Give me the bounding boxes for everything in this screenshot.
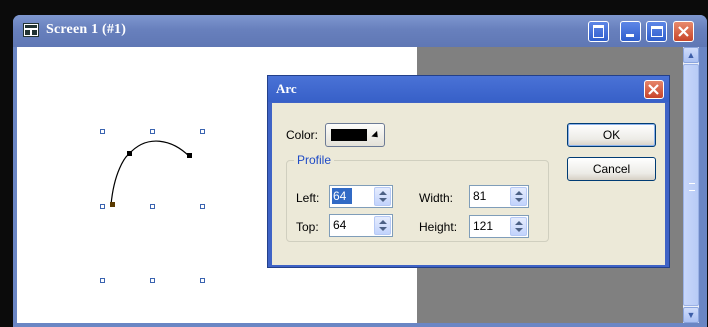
selection-handle[interactable] — [100, 129, 105, 134]
arc-dialog: Arc Color: Profile Left: Top: Width: — [267, 75, 670, 268]
scroll-up-icon[interactable]: ▲ — [683, 47, 699, 63]
width-spinner[interactable] — [469, 185, 529, 208]
color-label: Color: — [286, 128, 319, 142]
width-input[interactable] — [472, 188, 504, 204]
app-icon[interactable] — [23, 23, 39, 37]
left-spinner[interactable] — [329, 185, 393, 208]
window-title: Screen 1 (#1) — [46, 22, 127, 37]
spin-up-icon — [379, 191, 387, 195]
top-spinner[interactable] — [329, 214, 393, 237]
spin-down-icon — [515, 198, 523, 202]
spin-down-icon — [379, 227, 387, 231]
spin-down-icon — [379, 198, 387, 202]
scrollbar-thumb[interactable] — [683, 64, 699, 306]
spin-up-icon — [515, 221, 523, 225]
dialog-close-icon[interactable] — [644, 80, 664, 99]
height-spinner[interactable] — [469, 215, 529, 238]
selection-handle[interactable] — [200, 204, 205, 209]
selection-handle[interactable] — [100, 204, 105, 209]
spin-up-icon — [379, 220, 387, 224]
arc-shape[interactable] — [17, 47, 247, 323]
height-label: Height: — [419, 220, 458, 234]
minimize-icon[interactable] — [620, 21, 641, 42]
top-label: Top: — [296, 220, 319, 234]
selection-handle[interactable] — [100, 278, 105, 283]
selection-handle[interactable] — [150, 278, 155, 283]
scroll-down-icon[interactable]: ▼ — [683, 307, 699, 323]
title-bar[interactable]: Screen 1 (#1) — [13, 15, 707, 47]
ok-button[interactable]: OK — [567, 123, 656, 147]
close-icon[interactable] — [673, 21, 694, 42]
left-spin-buttons[interactable] — [374, 187, 391, 206]
selection-handle[interactable] — [150, 129, 155, 134]
top-spin-buttons[interactable] — [374, 216, 391, 235]
help-icon[interactable] — [588, 21, 609, 42]
width-spin-buttons[interactable] — [510, 187, 527, 206]
left-label: Left: — [296, 191, 320, 205]
top-input[interactable] — [332, 217, 364, 233]
selection-handle[interactable] — [200, 129, 205, 134]
color-swatch — [331, 129, 367, 141]
dialog-body: Color: Profile Left: Top: Width: — [272, 103, 665, 265]
color-picker-button[interactable] — [325, 123, 385, 147]
vertical-scrollbar[interactable]: ▲ ▼ — [683, 47, 699, 323]
profile-group-label: Profile — [294, 153, 335, 167]
height-spin-buttons[interactable] — [510, 217, 527, 236]
cancel-button[interactable]: Cancel — [567, 157, 656, 181]
width-label: Width: — [419, 191, 454, 205]
height-input[interactable] — [472, 218, 504, 234]
left-input[interactable] — [332, 188, 352, 204]
spin-down-icon — [515, 228, 523, 232]
window-bottom-border — [13, 323, 707, 327]
selection-handle[interactable] — [200, 278, 205, 283]
dialog-title: Arc — [276, 81, 297, 96]
dialog-title-bar[interactable]: Arc — [268, 76, 669, 102]
selection-handle[interactable] — [150, 204, 155, 209]
spin-up-icon — [515, 191, 523, 195]
dropdown-arrow-icon — [371, 130, 381, 141]
maximize-icon[interactable] — [646, 21, 667, 42]
